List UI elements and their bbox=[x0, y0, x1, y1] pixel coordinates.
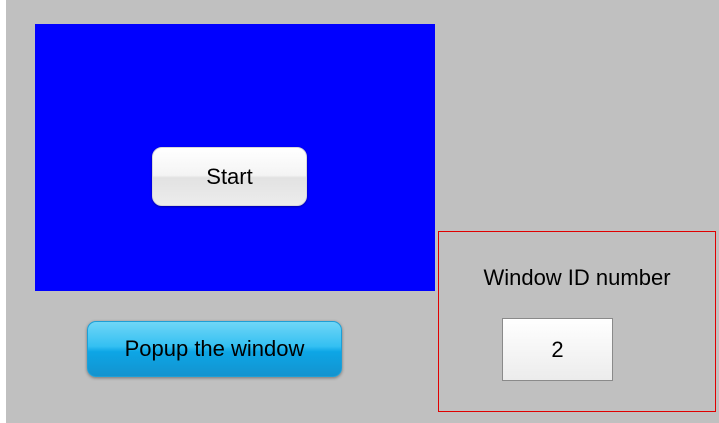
window-id-frame: Window ID number 2 bbox=[438, 231, 716, 412]
window-id-value-display: 2 bbox=[502, 318, 613, 381]
popup-window-area: Start bbox=[35, 24, 435, 291]
start-button[interactable]: Start bbox=[152, 147, 307, 206]
popup-window-button[interactable]: Popup the window bbox=[87, 321, 342, 377]
hmi-screen: Start Popup the window Window ID number … bbox=[6, 0, 719, 423]
window-id-label: Window ID number bbox=[483, 265, 671, 290]
